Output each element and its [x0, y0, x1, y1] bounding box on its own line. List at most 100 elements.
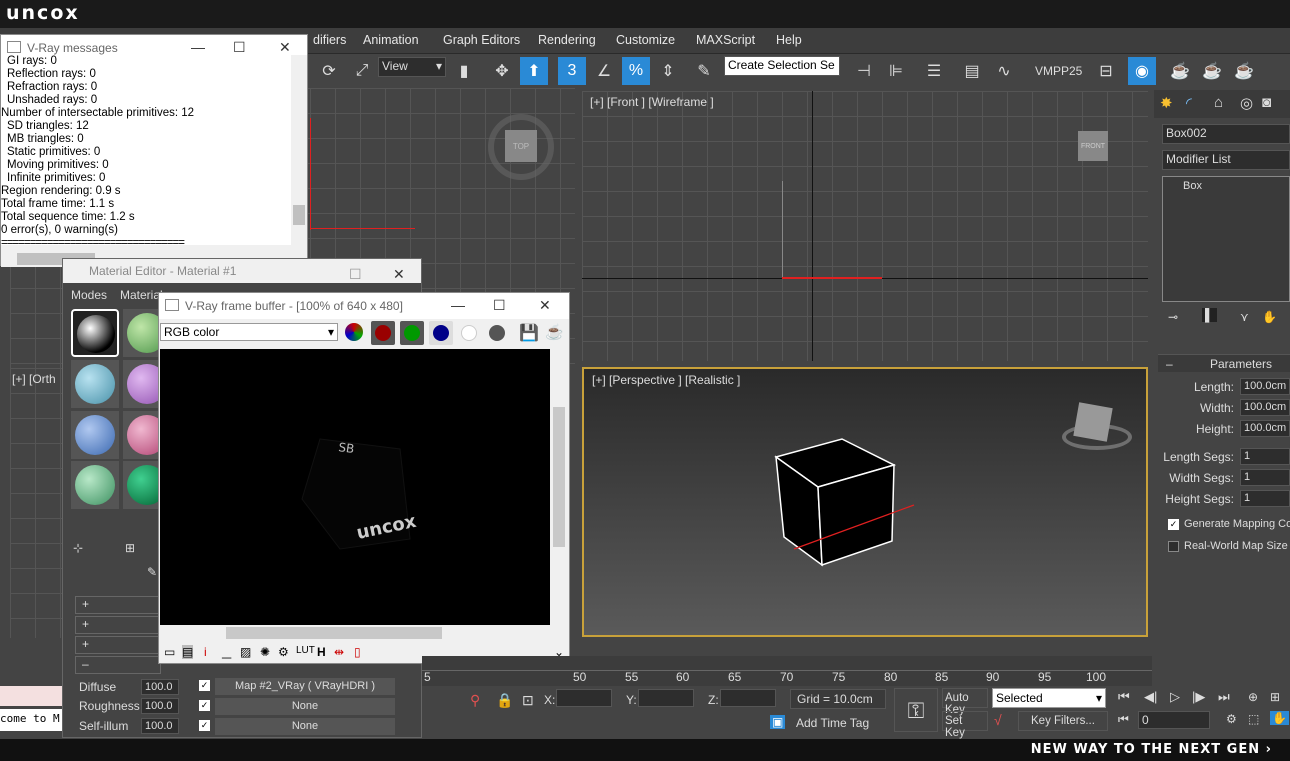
- vfb-hscrollbar[interactable]: [160, 625, 550, 641]
- previous-frame-icon[interactable]: ◀|: [1144, 689, 1157, 705]
- vfb-titlebar[interactable]: V-Ray frame buffer - [100% of 640 x 480]…: [159, 293, 569, 319]
- menu-material[interactable]: Material: [120, 288, 163, 302]
- hsv-icon[interactable]: H: [317, 645, 326, 659]
- compare-icon[interactable]: ⇹: [334, 645, 344, 659]
- set-key-icon[interactable]: ⚿: [894, 688, 938, 732]
- play-icon[interactable]: ▷: [1170, 689, 1180, 705]
- minimize-icon[interactable]: —: [451, 297, 465, 313]
- go-to-start-icon[interactable]: ⏮: [1118, 689, 1130, 705]
- width-field[interactable]: 100.0cm: [1240, 399, 1290, 416]
- real-world-checkbox[interactable]: [1168, 541, 1179, 552]
- current-frame-field[interactable]: 0: [1138, 711, 1210, 729]
- assign-material-icon[interactable]: ⊞: [125, 541, 135, 555]
- align-icon[interactable]: ⊫: [882, 57, 910, 85]
- height-field[interactable]: 100.0cm: [1240, 420, 1290, 437]
- y-coordinate-field[interactable]: [638, 689, 694, 707]
- self-illum-amount[interactable]: 100.0: [141, 718, 179, 734]
- get-material-icon[interactable]: ⊹: [73, 541, 83, 555]
- maximize-icon[interactable]: ☐: [233, 39, 246, 56]
- time-tag-icon[interactable]: ▣: [770, 715, 786, 729]
- minimize-icon[interactable]: —: [191, 39, 205, 55]
- viewport-front[interactable]: [+] [Front ] [Wireframe ] FRONT: [582, 91, 1148, 361]
- self-illum-map-button[interactable]: None: [215, 718, 395, 735]
- history-icon[interactable]: ▯: [354, 645, 361, 659]
- mono-channel-icon[interactable]: [489, 325, 505, 341]
- select-object-icon[interactable]: ⬆: [520, 57, 548, 85]
- modify-tab-icon[interactable]: ◜: [1186, 94, 1192, 112]
- log-scrollbar[interactable]: [291, 55, 307, 245]
- go-to-end-icon[interactable]: ⏭: [1218, 689, 1230, 705]
- set-key-button[interactable]: Set Key: [942, 711, 988, 739]
- diffuse-map-button[interactable]: Map #2_VRay ( VRayHDRI ): [215, 678, 395, 695]
- isolate-icon[interactable]: ⚲: [470, 692, 480, 709]
- snap-3d-icon[interactable]: 3: [558, 57, 586, 85]
- channel-select[interactable]: RGB color ▾: [160, 323, 338, 341]
- save-image-icon[interactable]: 💾: [519, 323, 539, 343]
- curve-editor-icon[interactable]: ∿: [990, 57, 1018, 85]
- modifier-list-select[interactable]: Modifier List: [1162, 150, 1290, 170]
- menu-graph-editors[interactable]: Graph Editors: [443, 33, 520, 47]
- render-production-icon[interactable]: ☕: [1230, 57, 1258, 85]
- pin-stack-icon[interactable]: ⊸: [1168, 310, 1178, 324]
- parameters-rollout[interactable]: – Parameters: [1158, 354, 1290, 372]
- material-editor-titlebar[interactable]: Material Editor - Material #1 ☐ ✕: [63, 259, 421, 283]
- maxscript-output[interactable]: come to M: [0, 709, 62, 731]
- x-coordinate-field[interactable]: [556, 689, 612, 707]
- zoom-all-icon[interactable]: ⊞: [1270, 690, 1280, 704]
- vmpp-label[interactable]: VMPP25: [1035, 64, 1082, 78]
- menu-modifiers[interactable]: difiers: [313, 33, 346, 47]
- modifier-stack[interactable]: Box: [1162, 176, 1290, 302]
- pan-icon[interactable]: ✋: [1270, 711, 1289, 725]
- vfb-vscrollbar[interactable]: [551, 349, 567, 625]
- auto-key-button[interactable]: Auto Key: [942, 688, 988, 716]
- named-selection-input[interactable]: Create Selection Se: [724, 56, 840, 76]
- layer-icon[interactable]: ☰: [920, 57, 948, 85]
- rendered-frame-icon[interactable]: ☕: [1198, 57, 1226, 85]
- viewport-ortho-label[interactable]: [+] [Orth: [12, 372, 56, 386]
- motion-tab-icon[interactable]: ◎: [1240, 94, 1253, 112]
- stack-item-box[interactable]: Box: [1163, 177, 1289, 195]
- maxscript-mini-listener[interactable]: [0, 686, 62, 706]
- rollout[interactable]: +: [75, 596, 161, 614]
- generate-mapping-checkbox[interactable]: ✓: [1168, 519, 1179, 530]
- scene-explorer-icon[interactable]: ▤: [958, 57, 986, 85]
- create-tab-icon[interactable]: ✸: [1160, 94, 1173, 112]
- key-filters-button[interactable]: Key Filters...: [1018, 711, 1108, 731]
- percent-snap-icon[interactable]: %: [622, 57, 650, 85]
- lock-selection-icon[interactable]: 🔒: [496, 692, 513, 709]
- track-mouse-icon[interactable]: ▤: [182, 645, 194, 659]
- scale-icon[interactable]: ⤢: [348, 57, 376, 85]
- height-segs-field[interactable]: 1: [1240, 490, 1290, 507]
- red-channel-button[interactable]: [371, 321, 395, 345]
- menu-maxscript[interactable]: MAXScript: [696, 33, 755, 47]
- rollout[interactable]: +: [75, 636, 161, 654]
- rotate-icon[interactable]: ⟳: [315, 57, 343, 85]
- self-illum-checkbox[interactable]: ✓: [199, 720, 210, 731]
- time-slider[interactable]: 5 50 55 60 65 70 75 80 85 90 95 100: [422, 656, 1152, 686]
- add-time-tag[interactable]: Add Time Tag: [796, 716, 869, 730]
- edit-named-selection-icon[interactable]: ✎: [690, 57, 718, 85]
- make-unique-icon[interactable]: ⋎: [1240, 310, 1249, 324]
- absolute-mode-icon[interactable]: ⊡: [522, 692, 534, 709]
- maximize-icon[interactable]: ☐: [493, 297, 506, 314]
- zoom-icon[interactable]: ⊕: [1248, 690, 1258, 704]
- diffuse-checkbox[interactable]: ✓: [199, 680, 210, 691]
- next-frame-icon[interactable]: |▶: [1192, 689, 1205, 705]
- rollout[interactable]: –: [75, 656, 161, 674]
- viewcube-top[interactable]: TOP: [505, 130, 537, 162]
- roughness-amount[interactable]: 100.0: [141, 698, 179, 714]
- material-slot[interactable]: [71, 461, 119, 509]
- menu-rendering[interactable]: Rendering: [538, 33, 596, 47]
- z-coordinate-field[interactable]: [720, 689, 776, 707]
- angle-snap-icon[interactable]: ∠: [590, 57, 618, 85]
- tangent-icon[interactable]: √: [994, 712, 1002, 728]
- viewcube-front[interactable]: FRONT: [1078, 131, 1108, 161]
- region-icon[interactable]: ▭: [164, 645, 175, 659]
- material-slot[interactable]: [71, 411, 119, 459]
- schematic-icon[interactable]: ⊟: [1092, 57, 1120, 85]
- menu-help[interactable]: Help: [776, 33, 802, 47]
- histogram-icon[interactable]: ▁: [222, 645, 231, 659]
- time-config-icon[interactable]: ⚙: [1226, 712, 1237, 726]
- roughness-checkbox[interactable]: ✓: [199, 700, 210, 711]
- info-icon[interactable]: i: [204, 645, 207, 659]
